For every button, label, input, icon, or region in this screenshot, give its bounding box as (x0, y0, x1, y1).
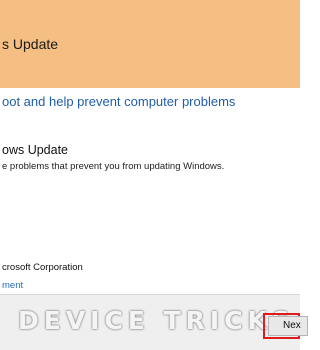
footer-divider (0, 294, 300, 295)
page-heading: oot and help prevent computer problems (2, 94, 236, 109)
troubleshooter-description: e problems that prevent you from updatin… (2, 161, 225, 172)
window-title: s Update (2, 36, 59, 52)
watermark-text: DEVICE TRICKS (18, 306, 295, 335)
next-button[interactable]: Nex (268, 316, 308, 336)
dialog-content: oot and help prevent computer problems o… (0, 88, 300, 294)
title-bar: s Update (0, 0, 300, 88)
advanced-link[interactable]: ment (2, 280, 23, 291)
publisher-text: crosoft Corporation (2, 262, 83, 273)
troubleshooter-name: ows Update (2, 143, 69, 157)
dialog-footer: DEVICE TRICKS Nex (0, 294, 308, 350)
